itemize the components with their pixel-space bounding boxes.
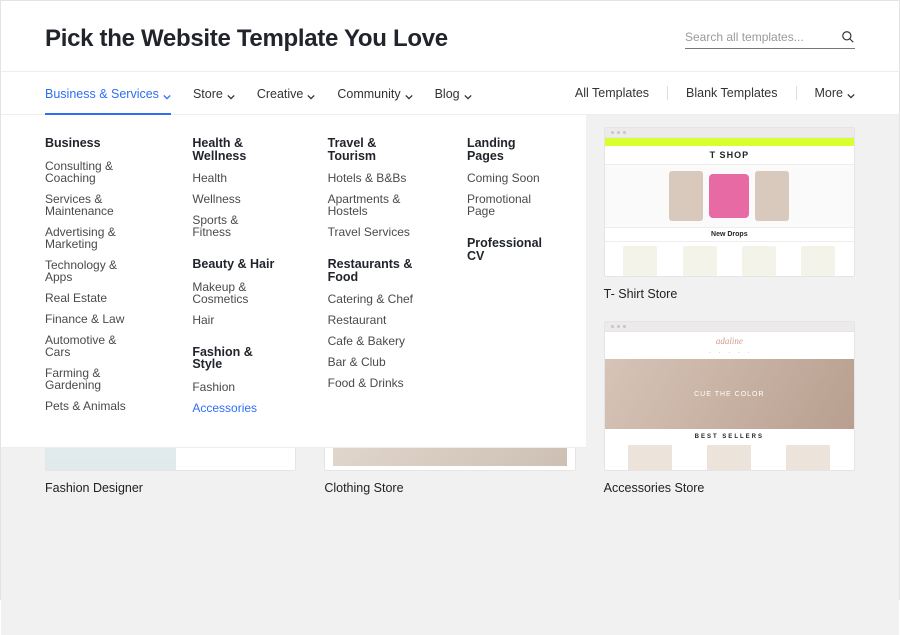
mega-link[interactable]: Cafe & Bakery — [328, 335, 417, 347]
mega-link[interactable]: Coming Soon — [467, 172, 542, 184]
mega-link[interactable]: Real Estate — [45, 292, 142, 304]
chevron-down-icon — [227, 90, 235, 98]
mega-col-business: Business Consulting & Coaching Services … — [45, 137, 142, 423]
nav-blank-templates[interactable]: Blank Templates — [686, 72, 778, 114]
mega-heading[interactable]: Fashion & Style — [192, 346, 277, 371]
thumb-brand: T SHOP — [605, 146, 854, 165]
nav-blog[interactable]: Blog — [435, 73, 472, 114]
browser-chrome — [605, 128, 854, 138]
mega-link-accessories[interactable]: Accessories — [192, 402, 277, 414]
mega-link[interactable]: Advertising & Marketing — [45, 226, 142, 250]
nav-label: Creative — [257, 87, 304, 101]
mega-link[interactable]: Hair — [192, 314, 277, 326]
mega-menu: Business Consulting & Coaching Services … — [1, 115, 586, 448]
nav-separator — [796, 86, 797, 100]
mega-heading[interactable]: Beauty & Hair — [192, 258, 277, 271]
chevron-down-icon — [847, 89, 855, 97]
mega-heading[interactable]: Professional CV — [467, 237, 542, 262]
mega-col-health: Health & Wellness Health Wellness Sports… — [192, 137, 277, 423]
thumb-hero-text: CUE THE COLOR — [605, 359, 854, 429]
mega-link[interactable]: Makeup & Cosmetics — [192, 281, 277, 305]
nav-creative[interactable]: Creative — [257, 73, 316, 114]
mega-link[interactable]: Sports & Fitness — [192, 214, 277, 238]
thumb-label: BEST SELLERS — [605, 429, 854, 445]
template-caption: T- Shirt Store — [604, 287, 855, 301]
mega-link[interactable]: Food & Drinks — [328, 377, 417, 389]
mega-link[interactable]: Wellness — [192, 193, 277, 205]
mega-link[interactable]: Bar & Club — [328, 356, 417, 368]
mega-link[interactable]: Catering & Chef — [328, 293, 417, 305]
mega-link[interactable]: Fashion — [192, 381, 277, 393]
mega-heading[interactable]: Health & Wellness — [192, 137, 277, 162]
search-box[interactable] — [685, 30, 855, 49]
mega-link[interactable]: Services & Maintenance — [45, 193, 142, 217]
chevron-down-icon — [163, 90, 171, 98]
template-caption: Clothing Store — [324, 481, 575, 495]
mega-link[interactable]: Apartments & Hostels — [328, 193, 417, 217]
browser-chrome — [605, 322, 854, 332]
page-body: Business Consulting & Coaching Services … — [1, 115, 899, 635]
mega-link[interactable]: Travel Services — [328, 226, 417, 238]
mega-link[interactable]: Pets & Animals — [45, 400, 142, 412]
mega-link[interactable]: Farming & Gardening — [45, 367, 142, 391]
template-card[interactable]: T SHOP New Drops T- Shirt Store — [604, 127, 855, 301]
nav-label: Store — [193, 87, 223, 101]
nav-label: Business & Services — [45, 87, 159, 101]
nav-label: Blog — [435, 87, 460, 101]
thumb-label: New Drops — [605, 227, 854, 242]
mega-link[interactable]: Technology & Apps — [45, 259, 142, 283]
nav-community[interactable]: Community — [337, 73, 412, 114]
mega-link[interactable]: Promotional Page — [467, 193, 542, 217]
template-card[interactable]: adaline ····· CUE THE COLOR BEST SELLERS… — [604, 321, 855, 495]
mega-link[interactable]: Health — [192, 172, 277, 184]
mega-link[interactable]: Hotels & B&Bs — [328, 172, 417, 184]
mega-heading[interactable]: Restaurants & Food — [328, 258, 417, 283]
category-nav: Business & Services Store Creative Commu… — [1, 72, 899, 115]
nav-more[interactable]: More — [815, 72, 855, 114]
chevron-down-icon — [307, 90, 315, 98]
template-caption: Fashion Designer — [45, 481, 296, 495]
mega-link[interactable]: Restaurant — [328, 314, 417, 326]
mega-col-travel: Travel & Tourism Hotels & B&Bs Apartment… — [328, 137, 417, 423]
mega-link[interactable]: Automotive & Cars — [45, 334, 142, 358]
template-thumb-adaline: adaline ····· CUE THE COLOR BEST SELLERS — [604, 321, 855, 471]
page-title: Pick the Website Template You Love — [45, 25, 448, 53]
mega-heading[interactable]: Business — [45, 137, 142, 150]
template-caption: Accessories Store — [604, 481, 855, 495]
search-input[interactable] — [685, 30, 841, 44]
chevron-down-icon — [405, 90, 413, 98]
mega-heading[interactable]: Landing Pages — [467, 137, 542, 162]
mega-col-landing: Landing Pages Coming Soon Promotional Pa… — [467, 137, 542, 423]
nav-label: Community — [337, 87, 400, 101]
search-icon — [841, 30, 855, 44]
thumb-brand: adaline — [605, 332, 854, 350]
template-thumb-tshop: T SHOP New Drops — [604, 127, 855, 277]
nav-business-services[interactable]: Business & Services — [45, 73, 171, 115]
nav-label: More — [815, 86, 843, 100]
chevron-down-icon — [464, 90, 472, 98]
header: Pick the Website Template You Love — [1, 1, 899, 72]
mega-heading[interactable]: Travel & Tourism — [328, 137, 417, 162]
nav-all-templates[interactable]: All Templates — [575, 72, 649, 114]
mega-link[interactable]: Consulting & Coaching — [45, 160, 142, 184]
nav-separator — [667, 86, 668, 100]
nav-store[interactable]: Store — [193, 73, 235, 114]
mega-link[interactable]: Finance & Law — [45, 313, 142, 325]
